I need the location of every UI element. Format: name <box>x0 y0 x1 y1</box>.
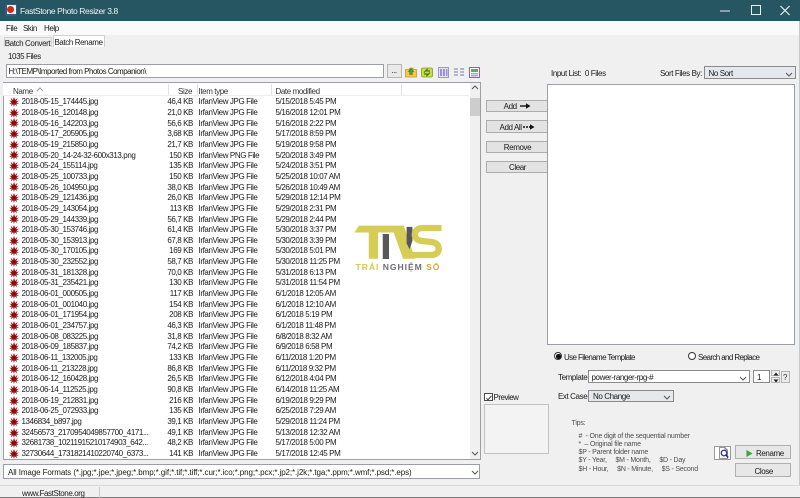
svg-text:TRẢI NGHIỆM SỐ: TRẢI NGHIỆM SỐ <box>356 261 441 272</box>
